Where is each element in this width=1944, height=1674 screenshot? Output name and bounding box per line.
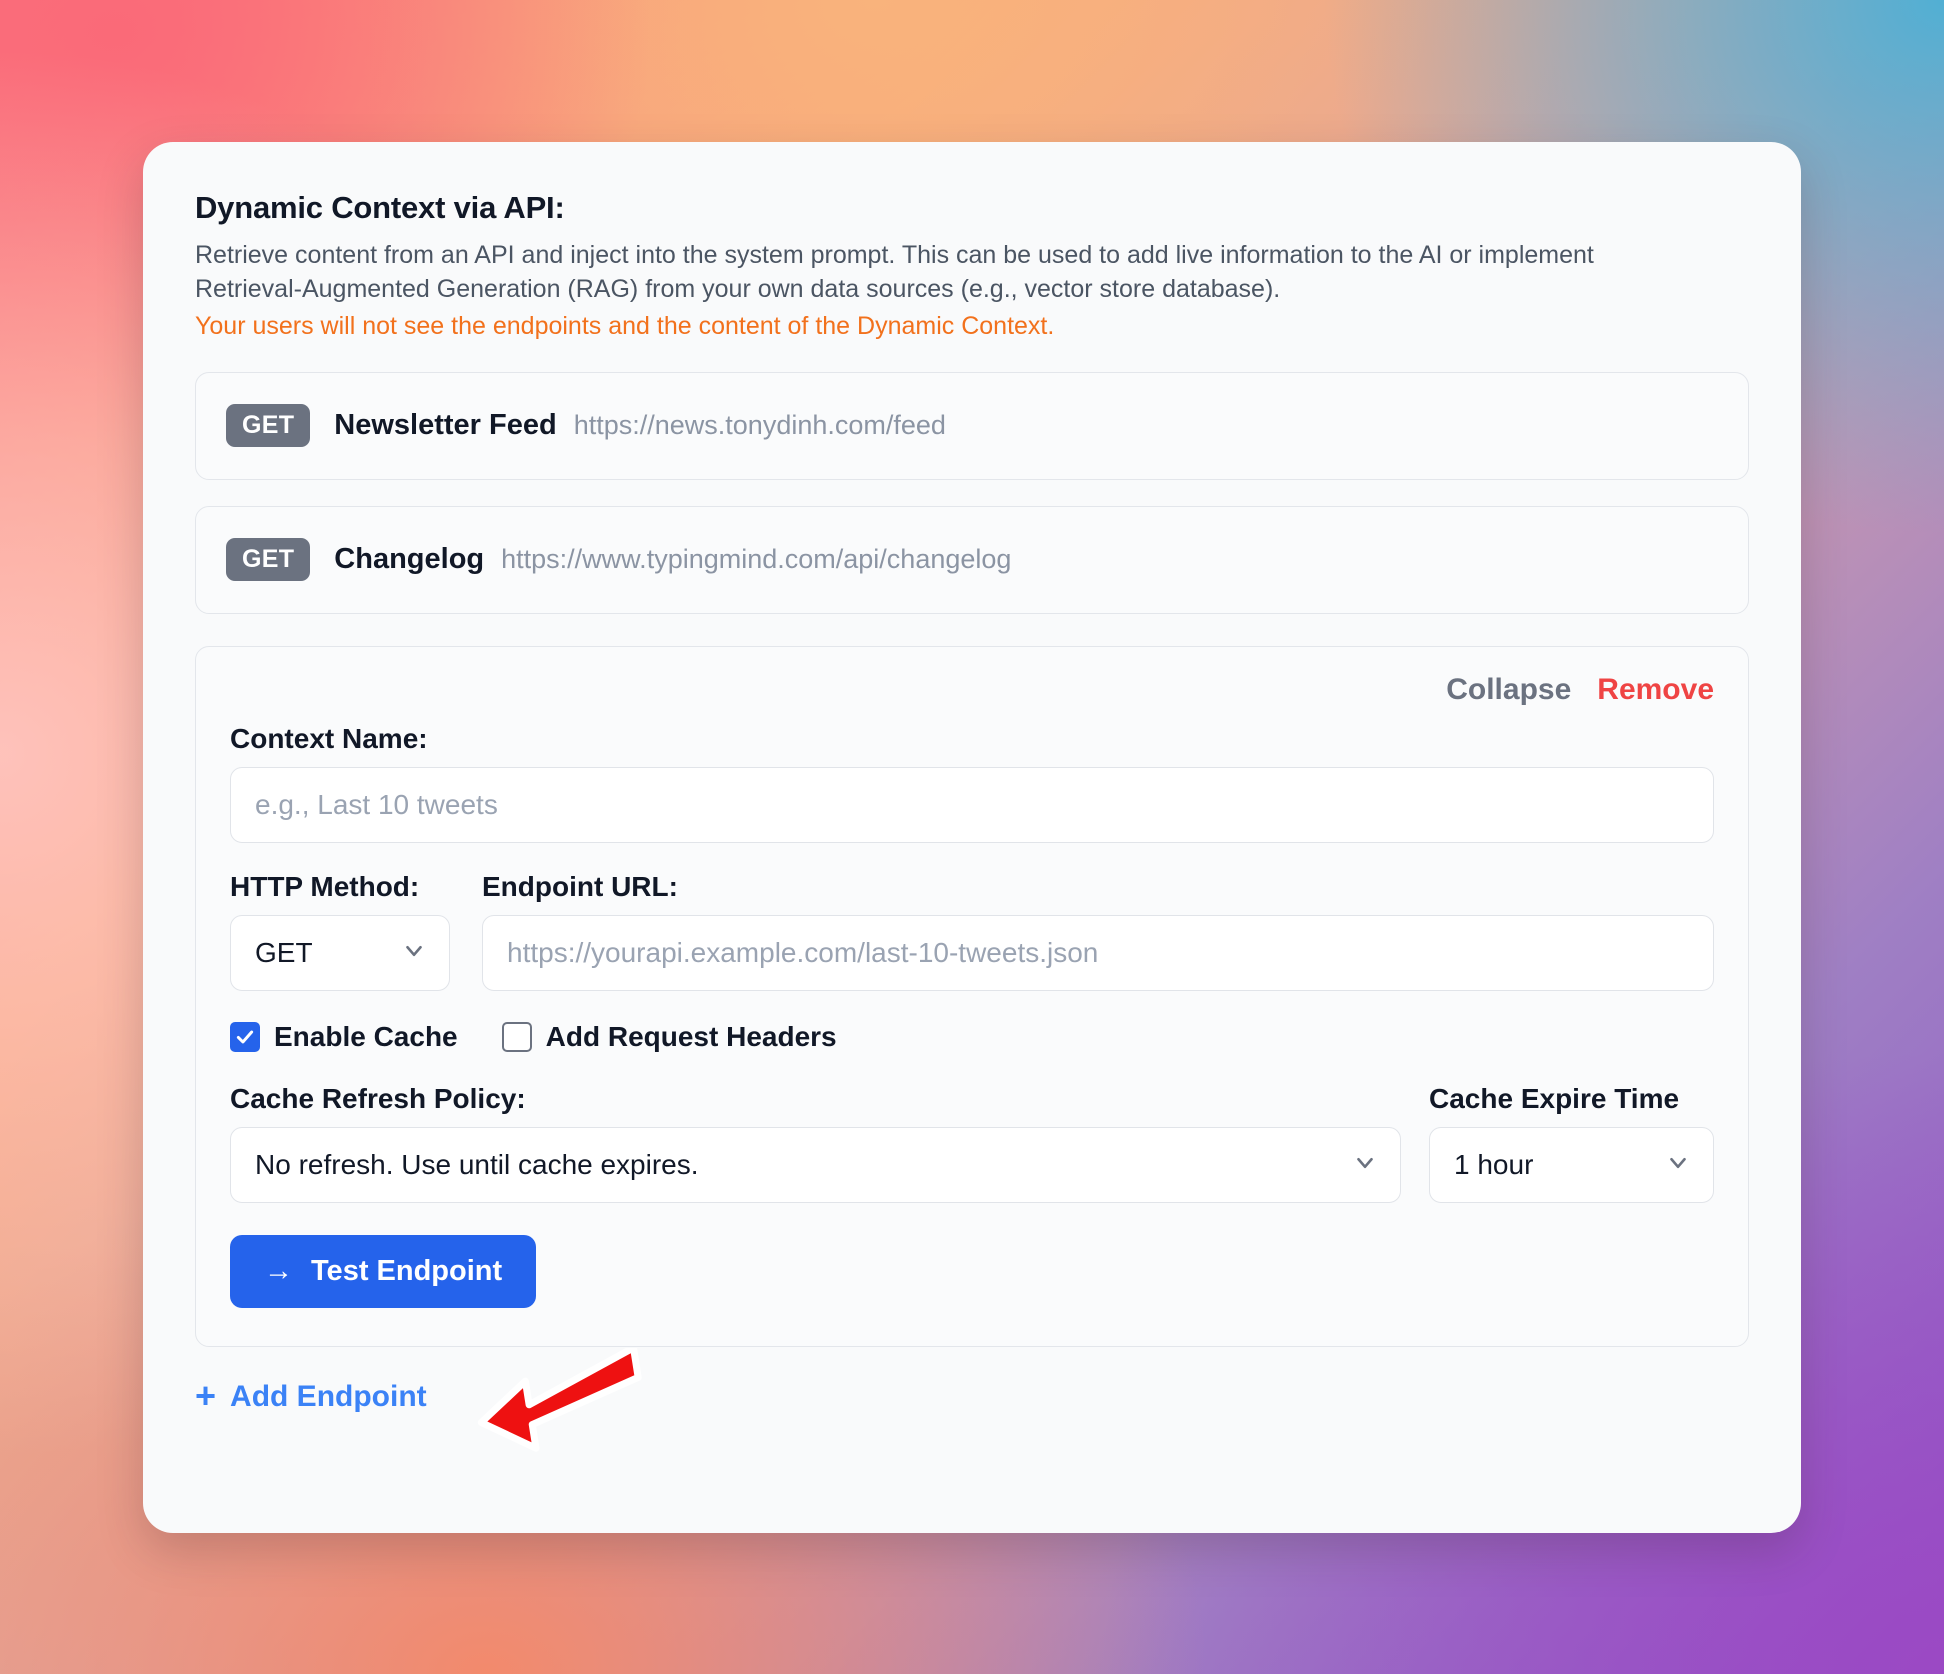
- test-endpoint-button[interactable]: → Test Endpoint: [230, 1234, 537, 1308]
- endpoint-name: Newsletter Feed: [334, 409, 557, 441]
- endpoint-url-label: Endpoint URL:: [482, 870, 678, 902]
- section-header: Dynamic Context via API: Retrieve conten…: [195, 190, 1749, 344]
- cache-expire-time-select[interactable]: 1 hour: [1429, 1126, 1714, 1203]
- section-description: Retrieve content from an API and inject …: [195, 241, 1594, 303]
- endpoint-url-input[interactable]: [482, 914, 1714, 991]
- endpoint-url-group: Endpoint URL:: [482, 871, 1714, 991]
- http-method-select[interactable]: GET: [230, 914, 450, 991]
- cache-refresh-policy-select[interactable]: No refresh. Use until cache expires.: [230, 1126, 1401, 1203]
- panel-actions: Collapse Remove: [230, 673, 1714, 707]
- endpoint-row[interactable]: GET Changelog https://www.typingmind.com…: [195, 505, 1749, 614]
- endpoint-name: Changelog: [334, 543, 485, 575]
- cache-settings-row: Cache Refresh Policy: No refresh. Use un…: [230, 1083, 1714, 1203]
- remove-button[interactable]: Remove: [1597, 673, 1714, 707]
- add-request-headers-checkbox[interactable]: Add Request Headers: [501, 1020, 837, 1053]
- cache-refresh-policy-group: Cache Refresh Policy: No refresh. Use un…: [230, 1083, 1401, 1203]
- options-row: Enable Cache Add Request Headers: [230, 1021, 1714, 1053]
- dynamic-context-card: Dynamic Context via API: Retrieve conten…: [143, 142, 1801, 1533]
- cache-expire-time-label: Cache Expire Time: [1429, 1082, 1680, 1114]
- add-endpoint-button[interactable]: + Add Endpoint: [195, 1374, 427, 1416]
- endpoint-list: GET Newsletter Feed https://news.tonydin…: [195, 371, 1749, 614]
- http-method-label: HTTP Method:: [230, 870, 420, 902]
- add-request-headers-label: Add Request Headers: [545, 1020, 837, 1052]
- chevron-down-icon: [1352, 1149, 1378, 1180]
- context-name-input[interactable]: [230, 766, 1714, 843]
- arrow-right-icon: →: [264, 1254, 293, 1287]
- endpoint-editor-panel: Collapse Remove Context Name: HTTP Metho…: [195, 645, 1749, 1347]
- cache-refresh-policy-value: No refresh. Use until cache expires.: [255, 1148, 699, 1180]
- cache-expire-time-value: 1 hour: [1454, 1148, 1534, 1180]
- endpoint-url: https://news.tonydinh.com/feed: [573, 410, 946, 440]
- endpoint-row[interactable]: GET Newsletter Feed https://news.tonydin…: [195, 371, 1749, 480]
- enable-cache-checkbox[interactable]: Enable Cache: [230, 1021, 458, 1053]
- plus-icon: +: [195, 1374, 217, 1416]
- add-endpoint-label: Add Endpoint: [230, 1379, 427, 1413]
- method-url-row: HTTP Method: GET Endpoint URL:: [230, 871, 1714, 991]
- collapse-button[interactable]: Collapse: [1446, 673, 1571, 707]
- chevron-down-icon: [401, 937, 427, 968]
- chevron-down-icon: [1665, 1149, 1691, 1180]
- enable-cache-label: Enable Cache: [274, 1020, 458, 1052]
- context-name-label: Context Name:: [230, 722, 428, 754]
- test-endpoint-label: Test Endpoint: [311, 1254, 503, 1287]
- cache-refresh-policy-label: Cache Refresh Policy:: [230, 1082, 526, 1114]
- method-badge: GET: [226, 538, 311, 581]
- checkbox-unchecked-icon: [501, 1021, 532, 1052]
- http-method-group: HTTP Method: GET: [230, 871, 450, 991]
- cache-expire-time-group: Cache Expire Time 1 hour: [1429, 1083, 1714, 1203]
- page-title: Dynamic Context via API:: [195, 190, 565, 225]
- section-warning: Your users will not see the endpoints an…: [195, 312, 1055, 340]
- endpoint-url: https://www.typingmind.com/api/changelog: [501, 544, 1012, 574]
- checkbox-checked-icon: [230, 1021, 260, 1052]
- method-badge: GET: [226, 404, 311, 447]
- http-method-value: GET: [255, 936, 313, 968]
